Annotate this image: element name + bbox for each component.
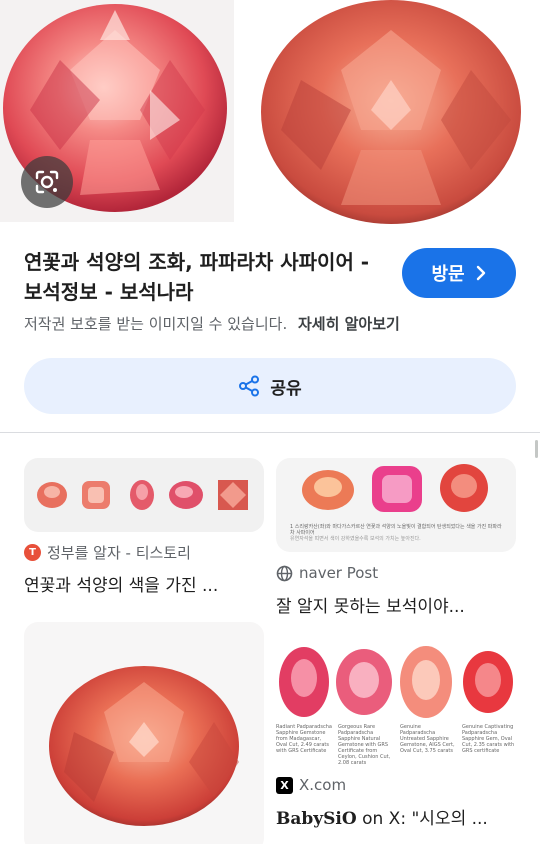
gem-photo (49, 666, 239, 826)
gem-set-photo (37, 480, 248, 510)
scrollbar[interactable] (535, 440, 538, 458)
x-favicon: X (276, 776, 293, 794)
tistory-favicon: T (24, 544, 41, 561)
globe-icon (276, 565, 293, 581)
gem-caption-2: Gorgeous Rare Padparadscha Sapphire Natu… (338, 724, 391, 764)
related-source-2[interactable]: naver Post (276, 564, 378, 582)
related-image-2[interactable]: 1 스리랑카산(좌)와 마다가스카르산 연꽃과 석양의 노을빛이 결합되어 탄생… (276, 458, 516, 552)
visit-button-label: 방문 (431, 264, 465, 285)
related-image-3[interactable] (24, 622, 264, 844)
caption-line-1: 1 스리랑카산(좌)와 마다가스카르산 연꽃과 석양의 노을빛이 결합되어 탄생… (290, 524, 502, 530)
related-title-4[interactable]: BabySiO on X: "시오의 ... (276, 804, 516, 829)
google-lens-button[interactable] (21, 156, 73, 208)
related-image-4[interactable]: Radiant Padparadscha Sapphire Gemstone f… (276, 642, 516, 764)
share-label: 공유 (270, 378, 302, 399)
related-title-1[interactable]: 연꽃과 석양의 색을 가진 ... (24, 571, 264, 596)
related-title-4-bold: BabySiO (276, 809, 357, 829)
hero-divider (234, 0, 241, 228)
copyright-notice: 저작권 보호를 받는 이미지일 수 있습니다. 자세히 알아보기 (24, 313, 400, 334)
related-source-2-label: naver Post (299, 564, 379, 582)
section-divider (0, 432, 540, 433)
result-title[interactable]: 연꽃과 석양의 조화, 파파라차 사파이어 - 보석정보 - 보석나라 (24, 247, 384, 307)
share-icon (239, 375, 260, 397)
gem-caption-3: Genuine Padparadscha Untreated Sapphire … (400, 724, 455, 754)
learn-more-link[interactable]: 자세히 알아보기 (298, 315, 400, 333)
gem-caption-1: Radiant Padparadscha Sapphire Gemstone f… (276, 724, 332, 754)
gem-photo-right (261, 0, 521, 224)
related-source-1[interactable]: T 정부를 알자 - 티스토리 (24, 542, 191, 563)
related-title-4-rest: on X: "시오의 ... (356, 809, 488, 829)
related-source-4-label: X.com (299, 776, 347, 794)
image-caption: 1 스리랑카산(좌)와 마다가스카르산 연꽃과 석양의 노을빛이 결합되어 탄생… (290, 524, 510, 542)
hero-image-area (0, 0, 540, 230)
related-title-2[interactable]: 잘 알지 못하는 보석이야... (276, 592, 516, 617)
google-lens-icon (35, 170, 59, 194)
hero-image-right[interactable] (241, 0, 540, 228)
related-source-1-label: 정부를 알자 - 티스토리 (47, 544, 191, 562)
copyright-text: 저작권 보호를 받는 이미지일 수 있습니다. (24, 315, 288, 333)
caption-line-3: 유연자석을 띠면서 색이 강하였을수록 보석의 가치는 높아진다. (290, 536, 421, 542)
chevron-right-icon (476, 265, 485, 281)
related-image-1[interactable] (24, 458, 264, 532)
gem-caption-4: Genuine Captivating Padparadscha Sapphir… (462, 724, 515, 754)
related-source-4[interactable]: X X.com (276, 776, 346, 794)
visit-button[interactable]: 방문 (402, 248, 516, 298)
share-button[interactable]: 공유 (24, 358, 516, 414)
